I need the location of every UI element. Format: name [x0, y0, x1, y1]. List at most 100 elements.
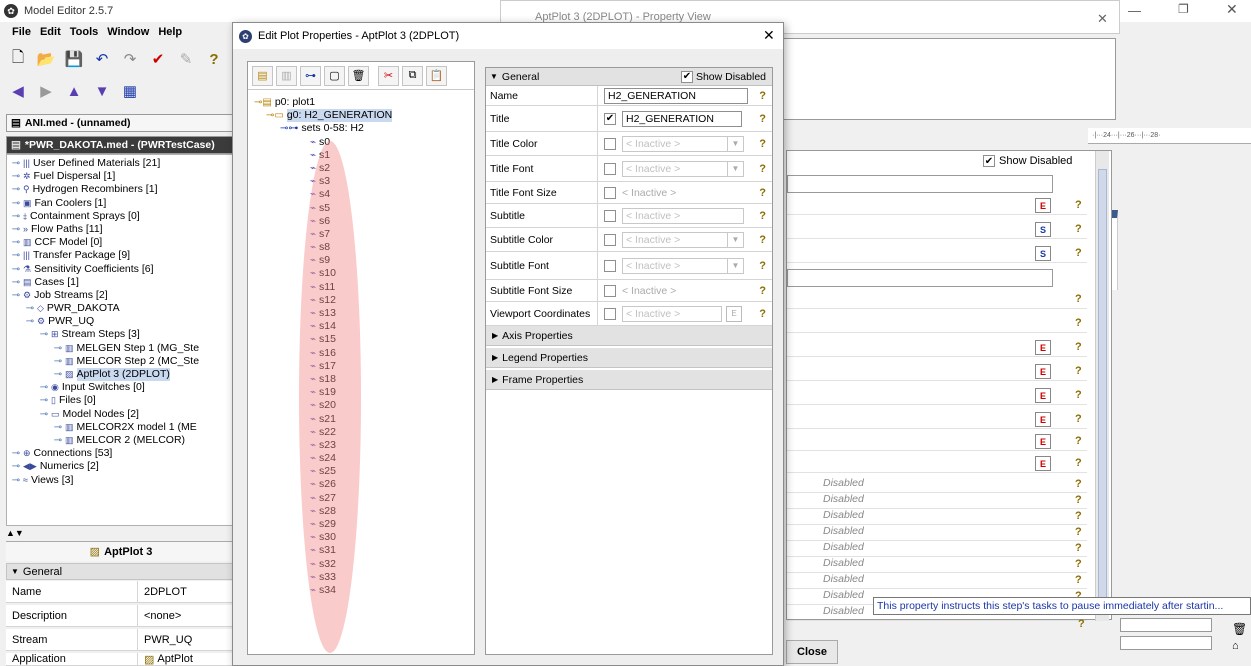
viewport-checkbox[interactable] [604, 307, 616, 320]
menu-tools[interactable]: Tools [70, 26, 99, 38]
help-icon[interactable]: ? [759, 90, 766, 102]
tree-item[interactable]: ⊸ ▥ MELCOR2X model 1 (ME [7, 421, 235, 434]
title-font-select[interactable]: < Inactive > [622, 160, 728, 177]
text-field[interactable] [1120, 636, 1212, 650]
tree-item[interactable]: ⊸ ▥ MELGEN Step 1 (MG_Ste [7, 342, 235, 355]
subtitle-color-checkbox[interactable] [604, 233, 616, 246]
text-field[interactable] [787, 175, 1053, 193]
menu-help[interactable]: Help [158, 26, 182, 38]
menu-edit[interactable]: Edit [40, 26, 61, 38]
plot-tree-item[interactable]: ⌁ s1 [254, 149, 468, 162]
tree-item[interactable]: ⊸ ⚙ PWR_UQ [7, 315, 235, 328]
plot-tree-item[interactable]: ⌁ s22 [254, 426, 468, 439]
title-color-checkbox[interactable] [604, 137, 616, 150]
expand-handle-icon[interactable]: ⊸ [37, 408, 51, 421]
maximize-button[interactable]: ❐ [1178, 2, 1189, 16]
expand-handle-icon[interactable]: ⊸ [51, 355, 65, 368]
help-icon[interactable]: ? [1075, 494, 1082, 506]
expand-handle-icon[interactable]: ⊸ [9, 460, 23, 473]
close-button[interactable]: Close [786, 640, 838, 664]
plot-tree-item[interactable]: ⌁ s32 [254, 558, 468, 571]
tree-item[interactable]: ⊸ ▨ AptPlot 3 (2DPLOT) [7, 368, 235, 382]
dropdown-arrow-icon[interactable]: ▼ [728, 135, 744, 152]
help-icon[interactable]: ? [759, 285, 766, 297]
menu-window[interactable]: Window [107, 26, 149, 38]
tree-item[interactable]: ⊸ ▥ MELCOR 2 (MELCOR) [7, 434, 235, 447]
help-icon[interactable]: ? [759, 138, 766, 150]
tree-item[interactable]: ⊸ ||| Transfer Package [9] [7, 249, 235, 262]
expand-handle-icon[interactable]: ⊸ [37, 394, 51, 407]
window-layout-icon[interactable]: ▦ [116, 80, 144, 102]
forward-arrow-icon[interactable]: ▶ [32, 80, 60, 102]
tree-item[interactable]: ⊸ ⚗ Sensitivity Coefficients [6] [7, 263, 235, 276]
plot-tree-item[interactable]: ⌁ s20 [254, 399, 468, 412]
down-arrow-icon[interactable]: ▼ [88, 80, 116, 102]
help-icon[interactable]: ? [1075, 223, 1082, 235]
validate-check-icon[interactable]: ✔ [144, 48, 172, 70]
properties-general-section[interactable]: ▼ General [6, 563, 236, 580]
subtitle-font-select[interactable]: < Inactive > [622, 257, 728, 274]
document-tab-pwr-dakota[interactable]: ▤ *PWR_DAKOTA.med - (PWRTestCase) [6, 136, 236, 154]
tree-item[interactable]: ⊸ ▭ Model Nodes [2] [7, 408, 235, 421]
copy-icon[interactable]: ⧉ [402, 65, 423, 86]
plot-tree-item[interactable]: ⌁ s19 [254, 386, 468, 399]
expand-handle-icon[interactable]: ⊸ [9, 157, 23, 170]
expand-handle-icon[interactable]: ⊸ [9, 474, 23, 487]
help-icon[interactable]: ? [1075, 293, 1082, 305]
tree-item[interactable]: ⊸ ✲ Fuel Dispersal [1] [7, 170, 235, 183]
expand-handle-icon[interactable]: ⊸ [9, 289, 23, 302]
expand-handle-icon[interactable]: ⊸ [37, 328, 51, 341]
text-field[interactable] [1120, 618, 1212, 632]
edit-viewport-icon[interactable]: E [726, 305, 742, 322]
expand-handle-icon[interactable]: ⊸ [37, 381, 51, 394]
plot-tree-item[interactable]: ⌁ s11 [254, 281, 468, 294]
cut-icon[interactable]: ✂ [378, 65, 399, 86]
minimize-button[interactable]: — [1128, 3, 1141, 18]
plot-tree-item[interactable]: ⌁ s24 [254, 452, 468, 465]
property-value[interactable]: ▨ AptPlot [138, 653, 193, 665]
expand-handle-icon[interactable]: ⊸ [9, 210, 23, 223]
property-value[interactable]: PWR_UQ [138, 629, 192, 650]
plot-tree-item[interactable]: ⌁ s5 [254, 202, 468, 215]
add-graph-icon[interactable]: ▥ [276, 65, 297, 86]
subtitle-checkbox[interactable] [604, 209, 616, 222]
description-textarea[interactable] [782, 38, 1116, 120]
new-file-icon[interactable]: 🗋 [4, 48, 32, 70]
tree-item[interactable]: ⊸ ⊞ Stream Steps [3] [7, 328, 235, 341]
help-icon[interactable]: ? [759, 234, 766, 246]
expand-handle-icon[interactable]: ⊸ [23, 302, 37, 315]
property-view-close-button[interactable]: ✕ [1097, 11, 1108, 27]
plot-tree-item[interactable]: ⌁ s2 [254, 162, 468, 175]
add-set-icon[interactable]: ⊶ [300, 65, 321, 86]
plot-tree-item[interactable]: ⌁ s10 [254, 267, 468, 280]
plot-tree-item[interactable]: ⌁ s17 [254, 360, 468, 373]
general-section-header[interactable]: ▼ General ✔ Show Disabled [486, 68, 772, 86]
help-icon[interactable]: ? [1075, 478, 1082, 490]
tree-item[interactable]: ⊸ ◇ PWR_DAKOTA [7, 302, 235, 315]
plot-tree-item[interactable]: ⌁ s13 [254, 307, 468, 320]
paste-icon[interactable]: 📋 [426, 65, 447, 86]
plot-tree-item[interactable]: ⌁ s14 [254, 320, 468, 333]
expand-handle-icon[interactable]: ⊸ [9, 197, 23, 210]
property-value[interactable]: <none> [138, 605, 181, 626]
plot-tree-item[interactable]: ⌁ s8 [254, 241, 468, 254]
expression-editor-icon[interactable]: E [1035, 364, 1051, 379]
up-arrow-icon[interactable]: ▲ [60, 80, 88, 102]
help-icon[interactable]: ? [1075, 435, 1082, 447]
help-icon[interactable]: ? [759, 260, 766, 272]
help-icon[interactable]: ? [759, 113, 766, 125]
show-disabled-toggle[interactable]: ✔ Show Disabled [983, 155, 1072, 167]
title-checkbox[interactable]: ✔ [604, 112, 616, 125]
subtitle-font-size-checkbox[interactable] [604, 284, 616, 297]
plot-tree-item[interactable]: ⌁ s0 [254, 136, 468, 149]
plot-tree-item[interactable]: ⌁ s33 [254, 571, 468, 584]
title-font-size-checkbox[interactable] [604, 186, 616, 199]
title-color-select[interactable]: < Inactive > [622, 135, 728, 152]
help-icon[interactable]: ? [1075, 413, 1082, 425]
tree-item[interactable]: ⊸ ◀▶ Numerics [2] [7, 460, 235, 473]
save-icon[interactable]: 💾 [60, 48, 88, 70]
help-icon[interactable]: ? [200, 48, 228, 70]
expand-handle-icon[interactable]: ⊸ [51, 434, 65, 447]
subtitle-input[interactable]: < Inactive > [622, 207, 744, 224]
help-icon[interactable]: ? [1075, 457, 1082, 469]
